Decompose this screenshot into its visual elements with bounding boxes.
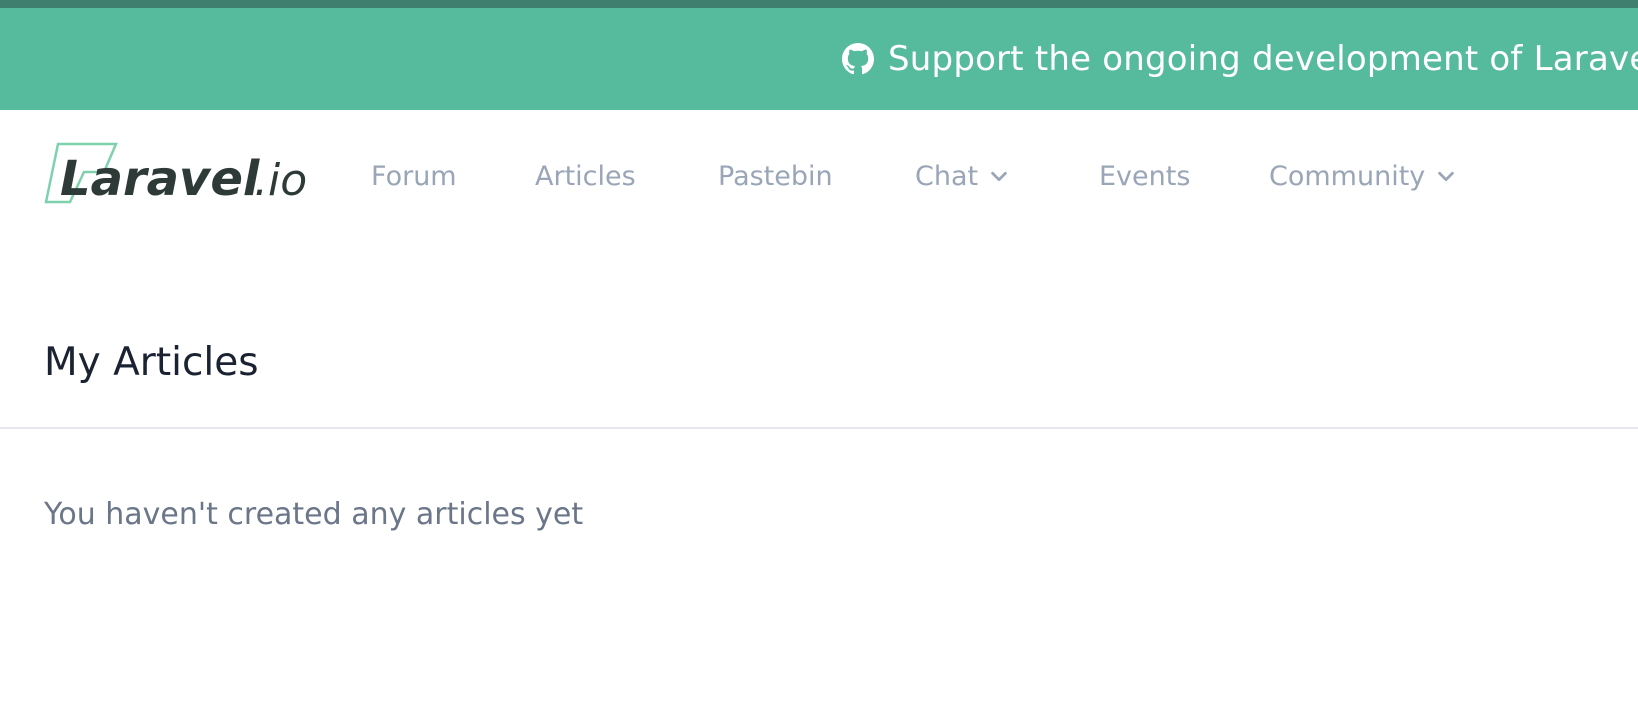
support-banner-text[interactable]: Support the ongoing development of Larav… xyxy=(888,39,1638,79)
support-banner[interactable]: Support the ongoing development of Larav… xyxy=(0,8,1638,110)
chevron-down-icon[interactable] xyxy=(1435,165,1457,187)
nav-events-link[interactable]: Events xyxy=(1099,154,1190,198)
nav-community-label[interactable]: Community xyxy=(1269,161,1425,192)
section-divider xyxy=(0,427,1638,429)
nav-menu: Forum Articles Pastebin Chat Events Comm… xyxy=(0,110,1638,242)
nav-articles-link[interactable]: Articles xyxy=(535,154,636,198)
support-banner-content[interactable]: Support the ongoing development of Larav… xyxy=(842,8,1638,110)
nav-forum-label[interactable]: Forum xyxy=(371,161,457,192)
nav-community-dropdown[interactable]: Community xyxy=(1269,154,1457,198)
chevron-down-icon[interactable] xyxy=(988,165,1010,187)
page-title: My Articles xyxy=(44,340,259,385)
nav-chat-label[interactable]: Chat xyxy=(915,161,978,192)
nav-forum-link[interactable]: Forum xyxy=(371,154,457,198)
nav-pastebin-label[interactable]: Pastebin xyxy=(718,161,833,192)
nav-pastebin-link[interactable]: Pastebin xyxy=(718,154,833,198)
nav-events-label[interactable]: Events xyxy=(1099,161,1190,192)
top-accent-line xyxy=(0,0,1638,8)
nav-articles-label[interactable]: Articles xyxy=(535,161,636,192)
nav-chat-dropdown[interactable]: Chat xyxy=(915,154,1010,198)
main-navbar: Laravel .io Forum Articles Pastebin Chat… xyxy=(0,110,1638,242)
empty-state-message: You haven't created any articles yet xyxy=(44,497,584,532)
github-icon xyxy=(842,43,874,75)
